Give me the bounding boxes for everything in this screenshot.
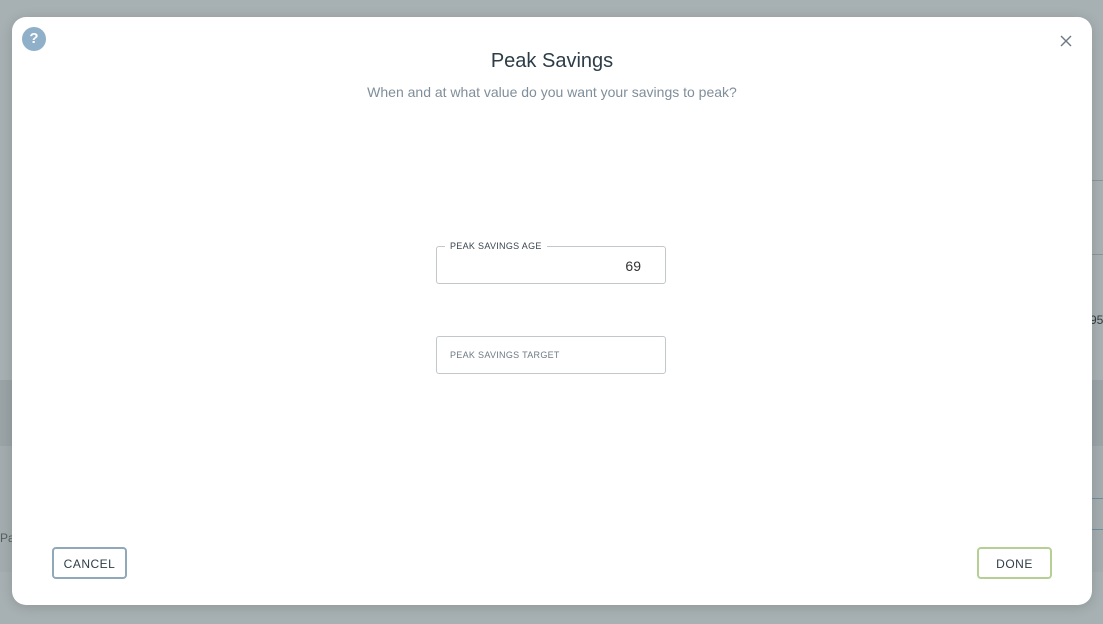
close-icon[interactable] [1058,33,1074,49]
dialog-title: Peak Savings [490,50,614,72]
help-icon[interactable]: ? [22,27,46,51]
peak-savings-target-placeholder: PEAK SAVINGS TARGET [450,350,560,360]
cancel-button[interactable]: CANCEL [52,547,127,579]
done-button[interactable]: DONE [977,547,1052,579]
peak-savings-age-label: PEAK SAVINGS AGE [445,239,547,253]
background-edge-box [1092,498,1103,530]
peak-savings-target-field[interactable]: PEAK SAVINGS TARGET [436,336,666,374]
peak-savings-age-field[interactable]: PEAK SAVINGS AGE 69 [436,239,666,284]
help-label: ? [29,30,39,47]
background-divider [1092,254,1103,255]
dialog-subtitle: When and at what value do you want your … [367,84,737,100]
peak-savings-dialog: ? Peak Savings When and at what value do… [12,17,1092,605]
peak-savings-age-value: 69 [625,258,641,274]
background-divider [1092,180,1103,181]
